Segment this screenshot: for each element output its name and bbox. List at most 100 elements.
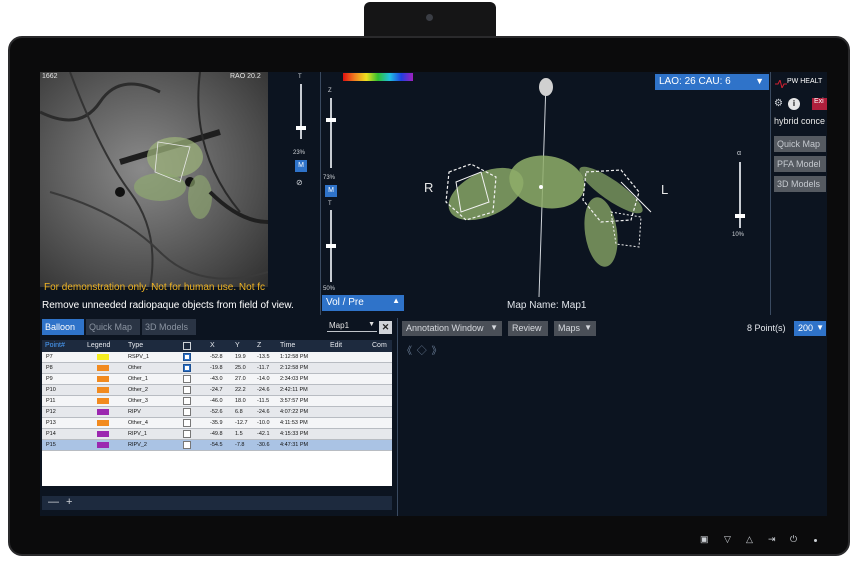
table-row[interactable]: P13 Other_4 -35.9 -12.7 -10.0 4:11:53 PM [42,418,392,429]
power-icon[interactable]: ⏻ [790,534,797,545]
down-triangle-icon[interactable]: ▽ [724,534,731,545]
gear-icon[interactable]: ⚙ [774,98,783,109]
tab-3d-models[interactable]: 3D Models [142,319,196,335]
heartbeat-logo-icon [775,80,787,88]
col-y[interactable]: Y [235,342,240,349]
table-row[interactable]: P7 RSPV_1 -52.8 19.9 -13.5 1:12:58 PM [42,352,392,363]
type-cell: Other [128,365,142,371]
maps-dropdown[interactable]: Maps ▼ [554,321,596,336]
fluoro-slider-knob[interactable] [296,126,306,130]
fluoro-frame-label: 1662 [42,73,58,80]
row-checkbox[interactable] [183,375,191,383]
row-checkbox[interactable] [183,386,191,394]
type-cell: Other_1 [128,376,148,382]
y-cell: 22.2 [235,387,246,393]
row-checkbox[interactable] [183,364,191,372]
up-triangle-icon[interactable]: △ [746,534,753,545]
table-row[interactable]: P10 Other_2 -24.7 22.2 -24.6 2:42:11 PM [42,385,392,396]
3d-models-button[interactable]: 3D Models [774,176,826,192]
brand-logo: PW HEALT [787,78,823,85]
alpha-slider-knob[interactable] [735,214,745,218]
tab-quick-map[interactable]: Quick Map [86,319,140,335]
3d-viewport[interactable]: LAO: 26 CAU: 6 ▼ R L α 10% Map Name: Map… [320,72,770,315]
z-cell: -30.6 [257,442,270,448]
orientation-r-label: R [424,180,434,195]
fluoroscopy-image [40,72,268,287]
chevron-down-icon: ▼ [584,323,592,332]
table-footer: — + [42,496,392,510]
legend-swatch [97,409,109,415]
fluoro-opacity-slider[interactable] [300,84,302,139]
exit-button[interactable]: Exi [812,98,827,110]
fluoro-m-button[interactable]: M [295,160,307,172]
pfa-model-button[interactable]: PFA Model [774,156,826,172]
link-icon[interactable]: ⊘ [296,178,303,187]
alpha-slider[interactable] [739,162,741,228]
info-icon[interactable]: i [788,98,800,110]
type-cell: RIPV_1 [128,431,147,437]
points-count: 8 Point(s) [747,323,786,333]
table-row[interactable]: P14 RIPV_1 -49.8 1.5 -42.1 4:15:33 PM [42,429,392,440]
annotation-nav-icons[interactable]: 《 ◇ 》 [402,342,443,357]
save-icon[interactable]: ▣ [700,534,709,545]
col-x[interactable]: X [210,342,215,349]
map-select-dropdown[interactable]: Map1 ▼ [327,321,377,332]
time-cell: 4:07:22 PM [280,409,309,415]
col-type[interactable]: Type [128,342,143,349]
table-row[interactable]: P9 Other_1 -43.0 27.0 -14.0 2:34:03 PM [42,374,392,385]
z-cell: -11.5 [257,398,270,404]
time-cell: 4:47:31 PM [280,442,309,448]
col-point[interactable]: Point# [45,342,65,349]
hybrid-concept-label: hybrid conce [774,116,826,126]
webcam [364,2,496,36]
point-cell: P9 [46,376,53,382]
fluoro-slider-percent: 23% [293,150,306,156]
map-name-label: Map Name: Map1 [507,300,587,311]
row-checkbox[interactable] [183,353,191,361]
table-row[interactable]: P12 RIPV -52.6 6.8 -24.6 4:07:22 PM [42,407,392,418]
x-cell: -49.8 [210,431,223,437]
col-time[interactable]: Time [280,342,295,349]
chevron-down-icon: ▼ [816,323,824,332]
point-cell: P15 [46,442,56,448]
col-comment[interactable]: Com [372,342,387,349]
close-icon[interactable]: ✕ [379,321,392,334]
y-cell: -12.7 [235,420,248,426]
row-checkbox[interactable] [183,430,191,438]
col-z[interactable]: Z [257,342,261,349]
time-cell: 4:11:53 PM [280,420,308,426]
row-checkbox[interactable] [183,419,191,427]
fluoroscopy-view[interactable]: 1662 RAO 20.2 [40,72,268,287]
remove-point-button[interactable]: — [48,496,59,508]
time-cell: 2:34:03 PM [280,376,309,382]
enter-icon[interactable]: ⇥ [768,534,776,545]
y-cell: 25.0 [235,365,246,371]
y-cell: 19.9 [235,354,246,360]
table-row[interactable]: P15 RIPV_2 -54.5 -7.8 -30.6 4:47:31 PM [42,440,392,451]
review-button[interactable]: Review [508,321,548,336]
row-checkbox[interactable] [183,397,191,405]
point-cell: P11 [46,398,56,404]
col-legend[interactable]: Legend [87,342,110,349]
fluoro-slider-label: T [298,74,302,80]
annotation-window-dropdown[interactable]: Annotation Window ▼ [402,321,502,336]
z-cell: -10.0 [257,420,270,426]
select-all-checkbox[interactable] [183,342,191,350]
right-tool-panel: PW HEALT ⚙ i Exi hybrid conce Quick Map … [770,72,827,315]
table-row[interactable]: P11 Other_3 -46.0 18.0 -11.5 3:57:57 PM [42,396,392,407]
annotation-window-label: Annotation Window [406,323,484,333]
table-row[interactable]: P8 Other -19.8 25.0 -11.7 2:12:58 PM [42,363,392,374]
points-limit-dropdown[interactable]: 200 ▼ [794,321,826,336]
points-table: Point# Legend Type X Y Z Time Edit Com P… [42,340,392,486]
alpha-slider-label: α [737,150,742,157]
y-cell: 6.8 [235,409,243,415]
col-edit[interactable]: Edit [330,342,342,349]
orientation-l-label: L [661,182,669,197]
legend-swatch [97,365,109,371]
tab-balloon[interactable]: Balloon [42,319,84,335]
row-checkbox[interactable] [183,441,191,449]
power-led [814,539,817,542]
add-point-button[interactable]: + [66,496,72,508]
row-checkbox[interactable] [183,408,191,416]
quick-map-button[interactable]: Quick Map [774,136,826,152]
